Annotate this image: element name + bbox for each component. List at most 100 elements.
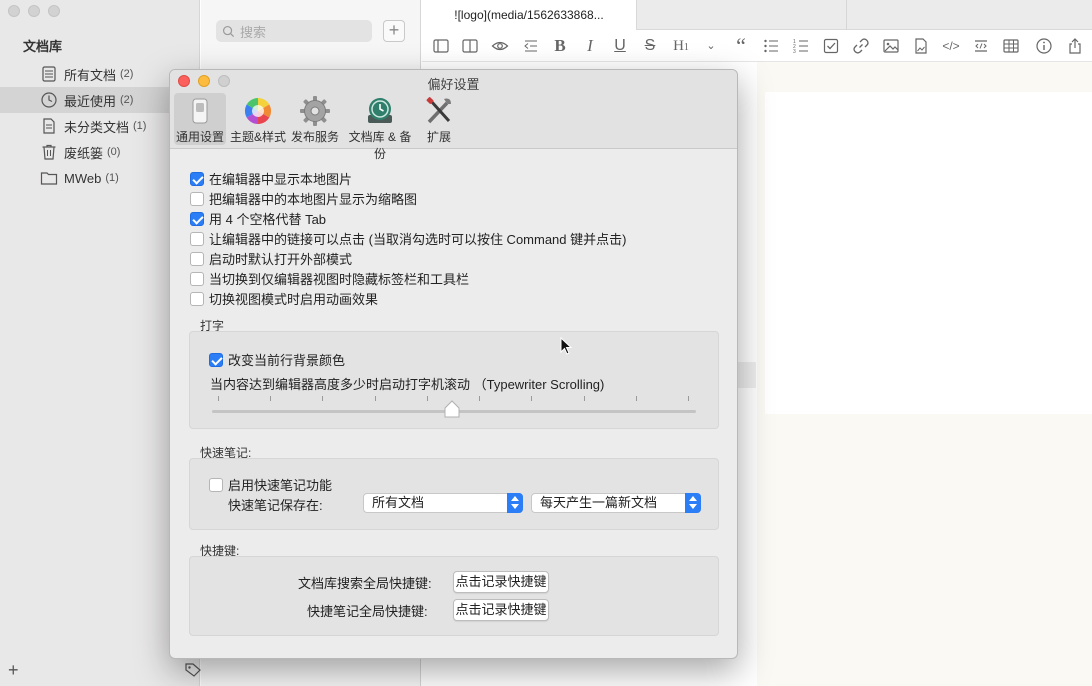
enable-quicknote-option[interactable]: 启用快速笔记功能 <box>209 475 332 494</box>
hide-tabbar-option[interactable]: 当切换到仅编辑器视图时隐藏标签栏和工具栏 <box>190 269 469 288</box>
chevron-down-icon[interactable]: ⌄ <box>700 35 722 57</box>
tab-extensions[interactable]: 扩展 <box>420 93 458 145</box>
tab-library-backup[interactable]: 文档库 & 备份 <box>343 93 417 161</box>
add-library-button[interactable]: + <box>8 660 19 681</box>
select-arrows-icon <box>507 493 523 513</box>
sidebar-item-label: 未分类文档 <box>64 119 130 135</box>
slider-tick <box>688 396 689 401</box>
preferences-toolbar: 偏好设置 通用设置 主题&样式 发布服务 文档库 & 备份 扩展 <box>170 70 737 161</box>
slider-tick <box>427 396 428 401</box>
search-icon <box>222 25 235 37</box>
color-wheel-icon <box>244 97 272 125</box>
spaces-for-tab-checkbox[interactable] <box>190 211 204 226</box>
option-label: 当切换到仅编辑器视图时隐藏标签栏和工具栏 <box>209 272 470 287</box>
editor-toolbar: B I U S H1 ⌄ “ 123 </> <box>422 30 1092 62</box>
animation-option[interactable]: 切换视图模式时启用动画效果 <box>190 289 378 308</box>
code-icon[interactable]: </> <box>940 35 962 57</box>
slider-tick <box>479 396 480 401</box>
quicknote-mode-select[interactable]: 每天产生一篇新文档 <box>531 493 701 513</box>
bold-icon[interactable]: B <box>549 35 571 57</box>
hide-tabbar-checkbox[interactable] <box>190 271 204 286</box>
tab-label: 发布服务 <box>290 130 339 144</box>
heading-icon[interactable]: H1 <box>670 35 692 57</box>
image-icon[interactable] <box>880 35 902 57</box>
highlight-line-option[interactable]: 改变当前行背景颜色 <box>209 350 345 369</box>
clickable-links-checkbox[interactable] <box>190 231 204 246</box>
show-local-images-checkbox[interactable] <box>190 171 204 186</box>
dialog-title: 偏好设置 <box>427 77 480 92</box>
slider-tick <box>584 396 585 401</box>
slider-tick <box>270 396 271 401</box>
option-label: 让编辑器中的链接可以点击 (当取消勾选时可以按住 Command 键并点击) <box>209 232 627 247</box>
quote-icon[interactable]: “ <box>730 35 752 57</box>
thumbnail-images-option[interactable]: 把编辑器中的本地图片显示为缩略图 <box>190 189 417 208</box>
animation-checkbox[interactable] <box>190 291 204 306</box>
option-label: 把编辑器中的本地图片显示为缩略图 <box>209 192 418 207</box>
typing-group: 改变当前行背景颜色 当内容达到编辑器高度多少时启动打字机滚动 （Typewrit… <box>189 331 719 429</box>
close-window-button[interactable] <box>8 5 20 17</box>
trash-icon <box>42 144 56 160</box>
minimize-window-button[interactable] <box>28 5 40 17</box>
quicknote-group: 启用快速笔记功能 快速笔记保存在: 所有文档 每天产生一篇新文档 <box>189 458 719 530</box>
italic-icon[interactable]: I <box>579 35 601 57</box>
time-machine-icon <box>368 98 392 123</box>
general-settings-panel: 在编辑器中显示本地图片 把编辑器中的本地图片显示为缩略图 用 4 个空格代替 T… <box>170 150 737 658</box>
split-view-icon[interactable] <box>459 35 481 57</box>
select-value: 每天产生一篇新文档 <box>540 495 658 510</box>
search-input[interactable]: 搜索 <box>216 20 372 42</box>
share-icon[interactable] <box>1064 35 1086 57</box>
preview-eye-icon[interactable] <box>489 35 511 57</box>
clock-icon <box>41 92 57 108</box>
code-block-icon[interactable] <box>970 35 992 57</box>
tag-icon[interactable] <box>184 662 202 678</box>
preview-tab-area <box>846 0 1092 30</box>
insert-image-icon[interactable] <box>910 35 932 57</box>
underline-icon[interactable]: U <box>609 35 631 57</box>
clickable-links-option[interactable]: 让编辑器中的链接可以点击 (当取消勾选时可以按住 Command 键并点击) <box>190 229 626 248</box>
folder-icon <box>40 172 58 185</box>
option-label: 切换视图模式时启用动画效果 <box>209 292 379 307</box>
record-search-shortcut-button[interactable]: 点击记录快捷键 <box>453 571 549 593</box>
tab-general[interactable]: 通用设置 <box>174 93 226 145</box>
sidebar-item-label: 所有文档 <box>64 67 117 83</box>
sidebar-item-count: (2) <box>120 94 134 106</box>
thumbnail-images-checkbox[interactable] <box>190 191 204 206</box>
table-icon[interactable] <box>1000 35 1022 57</box>
sidebar-title: 文档库 <box>23 39 63 54</box>
sidebar-item-label: 废纸篓 <box>64 145 104 161</box>
link-icon[interactable] <box>850 35 872 57</box>
highlight-line-checkbox[interactable] <box>209 352 223 367</box>
option-label: 启用快速笔记功能 <box>228 478 333 493</box>
typewriter-scroll-label: 当内容达到编辑器高度多少时启动打字机滚动 （Typewriter Scrolli… <box>210 377 605 392</box>
info-icon[interactable] <box>1033 35 1055 57</box>
zoom-window-button[interactable] <box>48 5 60 17</box>
bullet-list-icon[interactable] <box>760 35 782 57</box>
show-local-images-option[interactable]: 在编辑器中显示本地图片 <box>190 169 352 188</box>
option-label: 在编辑器中显示本地图片 <box>209 172 353 187</box>
quicknote-target-select[interactable]: 所有文档 <box>363 493 523 513</box>
tools-icon <box>426 97 451 124</box>
sidebar-item-label: MWeb <box>64 170 102 186</box>
external-mode-checkbox[interactable] <box>190 251 204 266</box>
stack-docs-icon <box>42 66 56 82</box>
strikethrough-icon[interactable]: S <box>639 35 661 57</box>
numbered-list-icon[interactable]: 123 <box>790 35 812 57</box>
outdent-icon[interactable] <box>520 35 542 57</box>
spaces-for-tab-option[interactable]: 用 4 个空格代替 Tab <box>190 209 326 228</box>
tab-label: 扩展 <box>426 130 451 144</box>
task-list-icon[interactable] <box>820 35 842 57</box>
sidebar-item-label: 最近使用 <box>64 93 117 109</box>
toggle-sidebar-icon[interactable] <box>430 35 452 57</box>
tab-label: 主题&样式 <box>229 130 286 144</box>
note-shortcut-label: 快捷笔记全局快捷键: <box>307 604 428 619</box>
tab-publishing[interactable]: 发布服务 <box>290 93 340 145</box>
slider-knob[interactable] <box>444 400 460 418</box>
editor-tab[interactable]: ![logo](media/1562633868... <box>422 0 637 30</box>
tab-themes[interactable]: 主题&样式 <box>229 93 287 145</box>
enable-quicknote-checkbox[interactable] <box>209 477 223 492</box>
new-document-button[interactable]: + <box>383 20 405 42</box>
external-mode-option[interactable]: 启动时默认打开外部模式 <box>190 249 352 268</box>
record-note-shortcut-button[interactable]: 点击记录快捷键 <box>453 599 549 621</box>
preview-pane <box>757 62 1092 686</box>
slider-tick <box>322 396 323 401</box>
